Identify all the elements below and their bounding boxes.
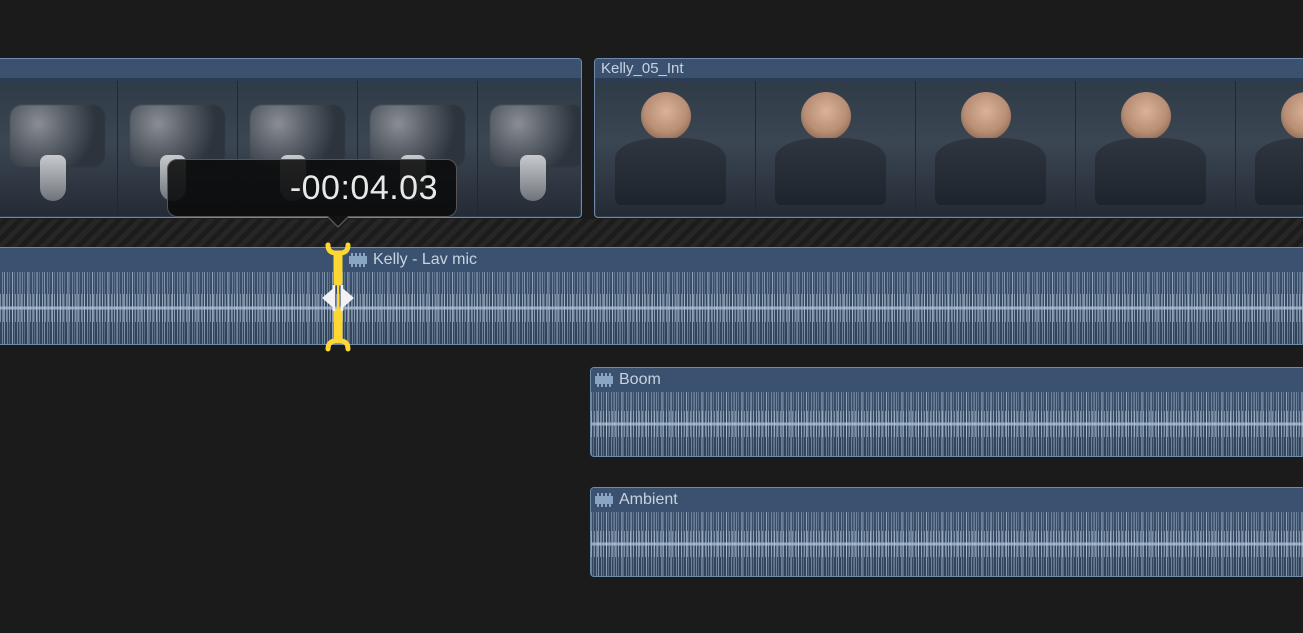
filmstrip-icon bbox=[595, 493, 613, 507]
audio-clip-ambient[interactable]: Ambient bbox=[590, 487, 1303, 577]
thumbnail-frame bbox=[1076, 81, 1236, 216]
audio-clip-boom[interactable]: Boom bbox=[590, 367, 1303, 457]
filmstrip bbox=[596, 81, 1303, 216]
thumbnail-frame bbox=[596, 81, 756, 216]
filmstrip-icon bbox=[349, 253, 367, 267]
clip-header: Boom bbox=[591, 368, 1303, 392]
waveform[interactable] bbox=[591, 392, 1303, 456]
video-clip-kelly-05-int[interactable]: Kelly_05_Int bbox=[594, 58, 1303, 218]
clip-header: Ambient bbox=[591, 488, 1303, 512]
audio-clip-lav-mic[interactable]: Kelly - Lav mic bbox=[0, 247, 1303, 345]
waveform[interactable] bbox=[591, 512, 1303, 576]
thumbnail-frame bbox=[1236, 81, 1303, 216]
track-gap-hatching bbox=[0, 219, 1303, 247]
clip-title: Kelly_05_Int bbox=[595, 59, 1303, 79]
clip-header: Kelly - Lav mic bbox=[0, 248, 1303, 272]
trim-delta-tooltip: -00:04.03 bbox=[167, 159, 457, 217]
clip-label: Boom bbox=[619, 371, 661, 389]
thumbnail-frame bbox=[916, 81, 1076, 216]
clip-label: Ambient bbox=[619, 491, 678, 509]
timeline[interactable]: Kelly_05_Int -00:04.03 Kelly - Lav mic B… bbox=[0, 0, 1303, 633]
trim-delta-value: -00:04.03 bbox=[290, 169, 438, 208]
thumbnail-frame bbox=[0, 81, 118, 216]
clip-label: Kelly - Lav mic bbox=[373, 251, 477, 269]
filmstrip-icon bbox=[595, 373, 613, 387]
thumbnail-frame bbox=[478, 81, 580, 216]
thumbnail-frame bbox=[756, 81, 916, 216]
clip-title bbox=[0, 59, 581, 79]
waveform[interactable] bbox=[0, 272, 1303, 344]
